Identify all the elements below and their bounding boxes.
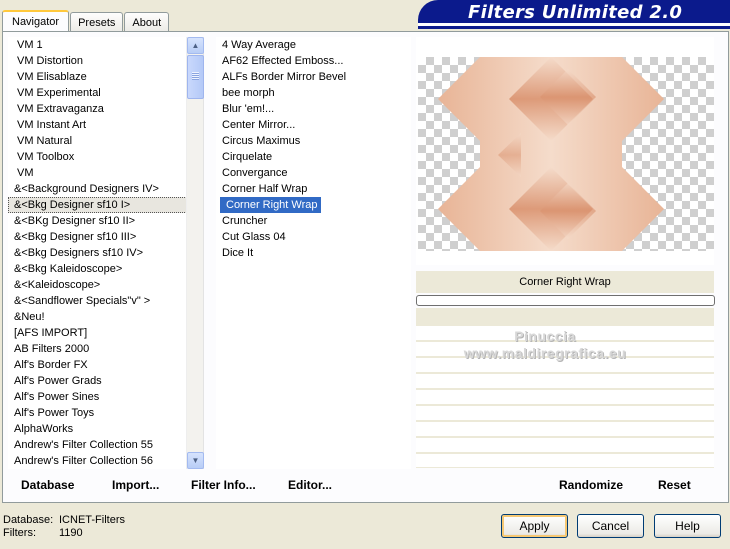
category-item[interactable]: VM Elisablaze	[8, 69, 203, 85]
category-item[interactable]: &<Background Designers IV>	[8, 181, 203, 197]
watermark: Pinuccia www.maldiregrafica.eu	[440, 328, 650, 362]
control-row	[416, 374, 714, 389]
control-row	[416, 422, 714, 437]
database-value: ICNET-Filters	[59, 514, 125, 526]
tab-about[interactable]: About	[124, 12, 170, 32]
filter-item[interactable]: ALFs Border Mirror Bevel	[216, 69, 411, 85]
progress-bar	[416, 295, 715, 306]
category-item[interactable]: Andrew's Filter Collection 55	[8, 437, 203, 453]
category-item[interactable]: &<Bkg Kaleidoscope>	[8, 261, 203, 277]
category-item[interactable]: Alf's Border FX	[8, 357, 203, 373]
category-item[interactable]: &<Bkg Designer sf10 I>	[8, 197, 203, 213]
category-item[interactable]: VM Instant Art	[8, 117, 203, 133]
category-item[interactable]: Alf's Power Sines	[8, 389, 203, 405]
control-row	[416, 454, 714, 468]
filter-item[interactable]: Circus Maximus	[216, 133, 411, 149]
filter-item[interactable]: Cirquelate	[216, 149, 411, 165]
category-item[interactable]: AlphaWorks	[8, 421, 203, 437]
filter-item[interactable]: bee morph	[216, 85, 411, 101]
filter-item[interactable]: AF62 Effected Emboss...	[216, 53, 411, 69]
editor-button[interactable]: Editor...	[288, 478, 332, 492]
scroll-thumb[interactable]	[187, 55, 204, 99]
banner-title: Filters Unlimited 2.0	[468, 2, 683, 23]
category-item[interactable]: &Neu!	[8, 309, 203, 325]
filter-item[interactable]: Corner Half Wrap	[216, 181, 411, 197]
filters-count: 1190	[59, 527, 83, 539]
filter-item[interactable]: Blur 'em!...	[216, 101, 411, 117]
category-item[interactable]: &<BKg Designer sf10 II>	[8, 213, 203, 229]
category-item[interactable]: VM Experimental	[8, 85, 203, 101]
cancel-button[interactable]: Cancel	[577, 514, 644, 538]
category-item[interactable]: &<Bkg Designers sf10 IV>	[8, 245, 203, 261]
filter-item[interactable]: 4 Way Average	[216, 37, 411, 53]
category-item[interactable]: Alf's Power Toys	[8, 405, 203, 421]
category-item[interactable]: VM Natural	[8, 133, 203, 149]
category-item[interactable]: Alf's Power Grads	[8, 373, 203, 389]
apply-button[interactable]: Apply	[501, 514, 568, 538]
category-scrollbar[interactable]: ▲ ▼	[186, 37, 204, 469]
category-item[interactable]: VM Toolbox	[8, 149, 203, 165]
title-banner: Filters Unlimited 2.0	[418, 0, 730, 26]
filter-item[interactable]: Cut Glass 04	[216, 229, 411, 245]
help-button[interactable]: Help	[654, 514, 721, 538]
category-item[interactable]: VM	[8, 165, 203, 181]
preview-image	[438, 57, 664, 251]
filter-info-button[interactable]: Filter Info...	[191, 478, 256, 492]
filter-item[interactable]: Center Mirror...	[216, 117, 411, 133]
category-item[interactable]: Andrew's Filter Collection 56	[8, 453, 203, 469]
category-item[interactable]: &<Bkg Designer sf10 III>	[8, 229, 203, 245]
category-item[interactable]: &<Sandflower Specials"v" >	[8, 293, 203, 309]
preview-filter-name: Corner Right Wrap	[416, 271, 714, 293]
category-item[interactable]: [AFS IMPORT]	[8, 325, 203, 341]
footer-info: Database: ICNET-Filters Filters: 1190	[3, 514, 125, 540]
watermark-line1: Pinuccia	[514, 328, 576, 344]
filter-list[interactable]: 4 Way Average AF62 Effected Emboss... ALFs…	[216, 37, 411, 469]
category-list[interactable]: VM 1 VM Distortion VM Elisablaze VM Experim…	[8, 37, 204, 469]
import-button[interactable]: Import...	[112, 478, 159, 492]
filter-item[interactable]: Dice It	[216, 245, 411, 261]
database-button[interactable]: Database	[21, 478, 74, 492]
watermark-line2: www.maldiregrafica.eu	[463, 345, 627, 361]
category-item[interactable]: &<Kaleidoscope>	[8, 277, 203, 293]
control-row	[416, 438, 714, 453]
tab-presets[interactable]: Presets	[70, 12, 124, 32]
database-label: Database:	[3, 514, 54, 526]
randomize-button[interactable]: Randomize	[559, 478, 623, 492]
scroll-down-icon[interactable]: ▼	[187, 452, 204, 469]
reset-button[interactable]: Reset	[658, 478, 691, 492]
control-row	[416, 390, 714, 405]
category-item[interactable]: VM 1	[8, 37, 203, 53]
category-item[interactable]: AB Filters 2000	[8, 341, 203, 357]
filter-item[interactable]: Convergance	[216, 165, 411, 181]
scroll-up-icon[interactable]: ▲	[187, 37, 204, 54]
filter-item[interactable]: Corner Right Wrap	[220, 197, 321, 213]
filters-label: Filters:	[3, 527, 36, 539]
category-item[interactable]: VM Extravaganza	[8, 101, 203, 117]
tab-navigator[interactable]: Navigator	[2, 10, 70, 32]
category-item[interactable]: VM Distortion	[8, 53, 203, 69]
tab-strip: Navigator Presets About	[2, 10, 170, 32]
filter-item[interactable]: Cruncher	[216, 213, 411, 229]
control-row	[416, 406, 714, 421]
